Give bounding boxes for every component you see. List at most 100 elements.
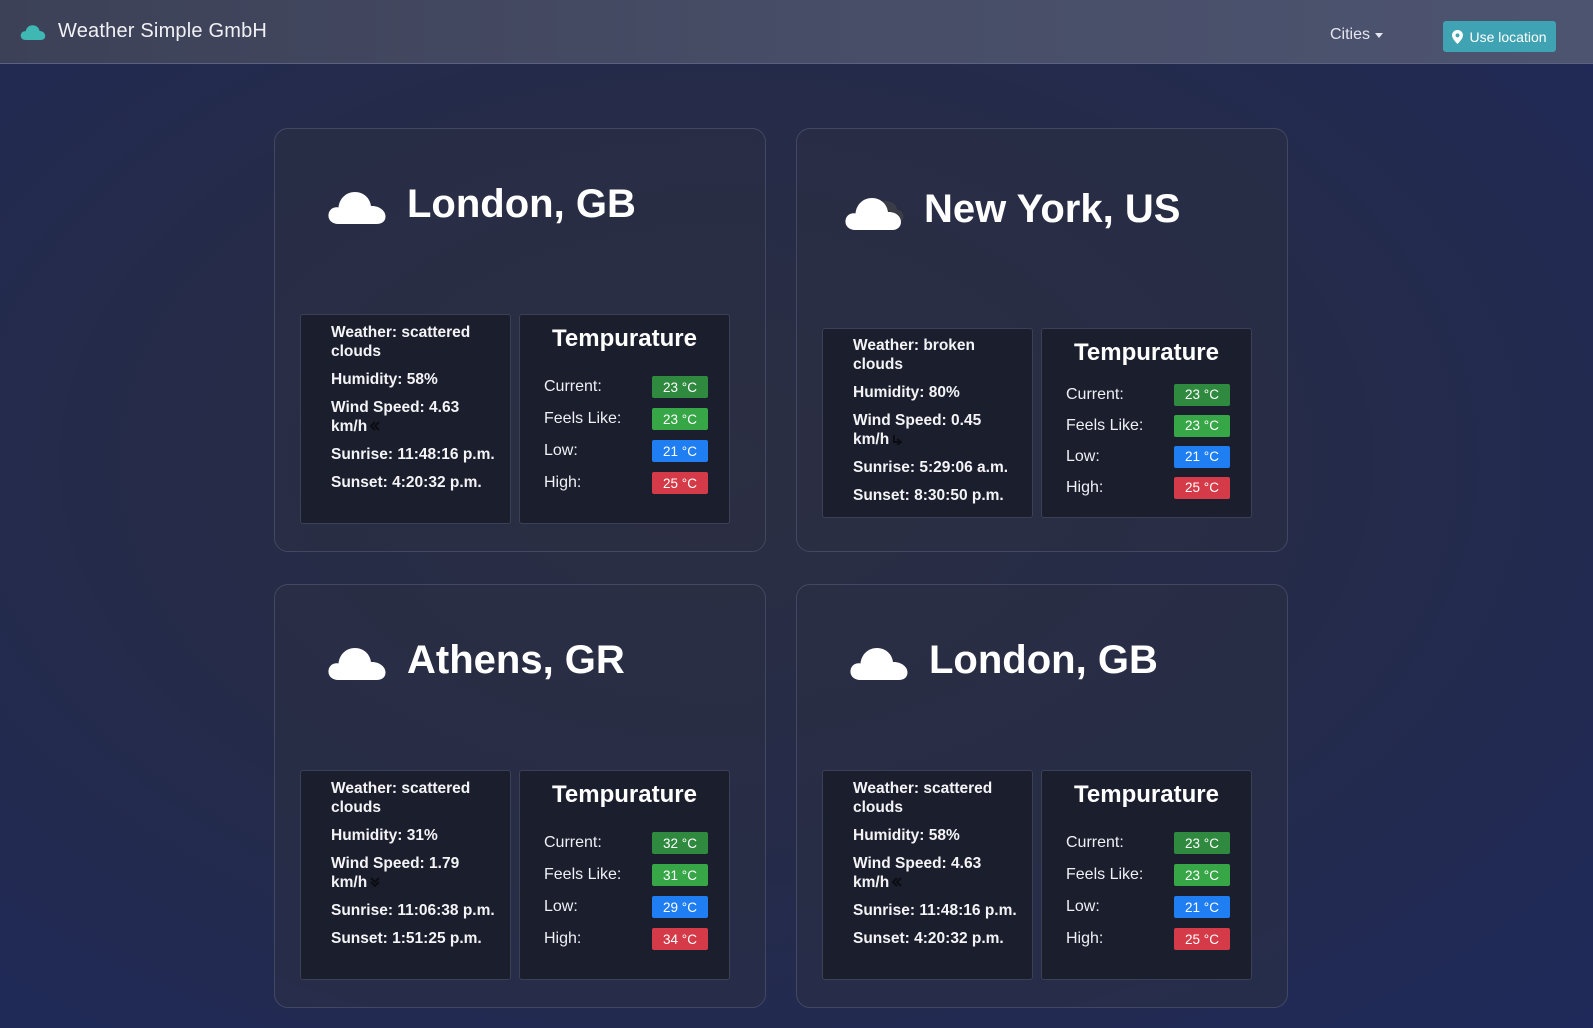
temp-current-badge: 23 °C bbox=[1174, 832, 1230, 854]
humidity-value: Humidity: 80% bbox=[853, 384, 960, 401]
temp-current-label: Current: bbox=[1066, 834, 1124, 851]
sunset-time: Sunset: 4:20:32 p.m. bbox=[331, 474, 482, 491]
temp-feels-label: Feels Like: bbox=[544, 410, 622, 427]
temp-high-row: High: 25 °C bbox=[1042, 923, 1251, 955]
temp-low-row: Low: 21 °C bbox=[520, 435, 729, 467]
temp-feels-row: Feels Like: 31 °C bbox=[520, 859, 729, 891]
temp-low-label: Low: bbox=[1066, 447, 1100, 465]
map-pin-icon bbox=[1452, 29, 1464, 44]
temp-low-badge: 21 °C bbox=[652, 440, 708, 462]
temp-current-badge: 23 °C bbox=[652, 376, 708, 398]
temperature-panel: Tempurature Current: 32 °C Feels Like: 31 … bbox=[519, 770, 730, 980]
temperature-panel: Tempurature Current: 23 °C Feels Like: 23 … bbox=[1041, 770, 1252, 980]
city-card: London, GB Weather: scattered clouds Hum… bbox=[274, 128, 766, 552]
wind-speed: Wind Speed: 1.79 km/h bbox=[331, 854, 496, 892]
use-location-label: Use location bbox=[1469, 28, 1547, 45]
humidity-value: Humidity: 31% bbox=[331, 827, 438, 844]
brand-name: Weather Simple GmbH bbox=[58, 20, 268, 42]
wind-speed: Wind Speed: 4.63 km/h bbox=[331, 398, 496, 436]
city-name: London, GB bbox=[929, 638, 1158, 682]
sunset-time: Sunset: 1:51:25 p.m. bbox=[331, 930, 482, 947]
temp-current-label: Current: bbox=[544, 834, 602, 851]
temp-high-row: High: 25 °C bbox=[520, 467, 729, 499]
temp-feels-badge: 23 °C bbox=[652, 408, 708, 430]
temperature-panel: Tempurature Current: 23 °C Feels Like: 23 … bbox=[1041, 328, 1252, 518]
temperature-title: Tempurature bbox=[1074, 781, 1219, 808]
temp-high-label: High: bbox=[544, 930, 582, 947]
caret-down-icon bbox=[1375, 32, 1384, 38]
weather-description: Weather: broken clouds bbox=[853, 337, 976, 373]
weather-info-panel: Weather: scattered clouds Humidity: 58% … bbox=[300, 314, 511, 524]
temp-low-badge: 21 °C bbox=[1174, 896, 1230, 918]
temp-high-badge: 25 °C bbox=[652, 472, 708, 494]
sunset-time: Sunset: 4:20:32 p.m. bbox=[853, 930, 1004, 947]
scattered-clouds-icon bbox=[850, 647, 908, 680]
cities-dropdown[interactable]: Cities bbox=[1330, 26, 1384, 44]
weather-info-panel: Weather: broken clouds Humidity: 80% Win… bbox=[822, 328, 1033, 518]
temp-low-label: Low: bbox=[544, 898, 578, 915]
city-card: New York, US Weather: broken clouds Humi… bbox=[796, 128, 1288, 552]
temp-low-row: Low: 21 °C bbox=[1042, 891, 1251, 923]
temperature-title: Tempurature bbox=[1074, 339, 1219, 366]
use-location-button[interactable]: Use location bbox=[1443, 21, 1556, 52]
temp-feels-label: Feels Like: bbox=[544, 866, 622, 883]
temp-low-row: Low: 29 °C bbox=[520, 891, 729, 923]
temp-feels-badge: 31 °C bbox=[652, 864, 708, 886]
temperature-title: Tempurature bbox=[552, 781, 697, 808]
temp-high-label: High: bbox=[1066, 930, 1104, 947]
temp-feels-label: Feels Like: bbox=[1066, 866, 1144, 883]
city-name: Athens, GR bbox=[407, 638, 625, 682]
temp-low-badge: 21 °C bbox=[1174, 445, 1230, 468]
temp-low-row: Low: 21 °C bbox=[1042, 441, 1251, 472]
sunrise-time: Sunrise: 5:29:06 a.m. bbox=[853, 459, 1009, 476]
weather-info-panel: Weather: scattered clouds Humidity: 31% … bbox=[300, 770, 511, 980]
wind-direction-icon bbox=[893, 435, 903, 445]
temp-high-badge: 25 °C bbox=[1174, 928, 1230, 950]
temp-high-badge: 25 °C bbox=[1174, 476, 1230, 499]
temp-feels-badge: 23 °C bbox=[1174, 414, 1230, 437]
wind-direction-icon bbox=[370, 877, 380, 888]
temperature-panel: Tempurature Current: 23 °C Feels Like: 23 … bbox=[519, 314, 730, 524]
wind-speed-value: Wind Speed: 4.63 km/h bbox=[853, 855, 982, 891]
temp-feels-label: Feels Like: bbox=[1066, 416, 1144, 434]
wind-speed-value: Wind Speed: 0.45 km/h bbox=[853, 412, 982, 448]
temperature-title: Tempurature bbox=[552, 325, 697, 352]
weather-description: Weather: scattered clouds bbox=[331, 324, 471, 360]
temp-feels-row: Feels Like: 23 °C bbox=[520, 403, 729, 435]
wind-speed: Wind Speed: 0.45 km/h bbox=[853, 411, 1018, 449]
temp-low-label: Low: bbox=[1066, 898, 1100, 915]
scattered-clouds-icon bbox=[328, 191, 386, 224]
weather-description: Weather: scattered clouds bbox=[853, 780, 993, 816]
wind-speed: Wind Speed: 4.63 km/h bbox=[853, 854, 1018, 892]
temp-low-label: Low: bbox=[544, 442, 578, 459]
city-name: New York, US bbox=[924, 187, 1181, 231]
temp-current-row: Current: 23 °C bbox=[1042, 827, 1251, 859]
city-card: Athens, GR Weather: scattered clouds Hum… bbox=[274, 584, 766, 1008]
sunrise-time: Sunrise: 11:48:16 p.m. bbox=[331, 446, 495, 463]
temp-current-label: Current: bbox=[1066, 385, 1124, 403]
scattered-clouds-icon bbox=[328, 647, 386, 680]
city-name: London, GB bbox=[407, 182, 636, 226]
sunrise-time: Sunrise: 11:06:38 p.m. bbox=[331, 902, 495, 919]
cities-label: Cities bbox=[1330, 26, 1371, 43]
wind-direction-icon bbox=[369, 421, 380, 431]
sunrise-time: Sunrise: 11:48:16 p.m. bbox=[853, 902, 1017, 919]
weather-description: Weather: scattered clouds bbox=[331, 780, 471, 816]
temp-current-badge: 23 °C bbox=[1174, 383, 1230, 406]
broken-clouds-icon bbox=[845, 197, 904, 230]
temp-high-badge: 34 °C bbox=[652, 928, 708, 950]
temp-current-row: Current: 32 °C bbox=[520, 827, 729, 859]
humidity-value: Humidity: 58% bbox=[331, 371, 438, 388]
temp-feels-row: Feels Like: 23 °C bbox=[1042, 410, 1251, 441]
city-card: London, GB Weather: scattered clouds Hum… bbox=[796, 584, 1288, 1008]
brand-link[interactable]: Weather Simple GmbH bbox=[20, 20, 267, 43]
temp-high-label: High: bbox=[1066, 478, 1104, 496]
wind-direction-icon bbox=[891, 877, 902, 887]
temp-current-label: Current: bbox=[544, 378, 602, 395]
temp-low-badge: 29 °C bbox=[652, 896, 708, 918]
navbar: Weather Simple GmbH Cities Use location bbox=[0, 0, 1593, 64]
wind-speed-value: Wind Speed: 4.63 km/h bbox=[331, 399, 460, 435]
humidity-value: Humidity: 58% bbox=[853, 827, 960, 844]
temp-feels-row: Feels Like: 23 °C bbox=[1042, 859, 1251, 891]
temp-high-row: High: 34 °C bbox=[520, 923, 729, 955]
